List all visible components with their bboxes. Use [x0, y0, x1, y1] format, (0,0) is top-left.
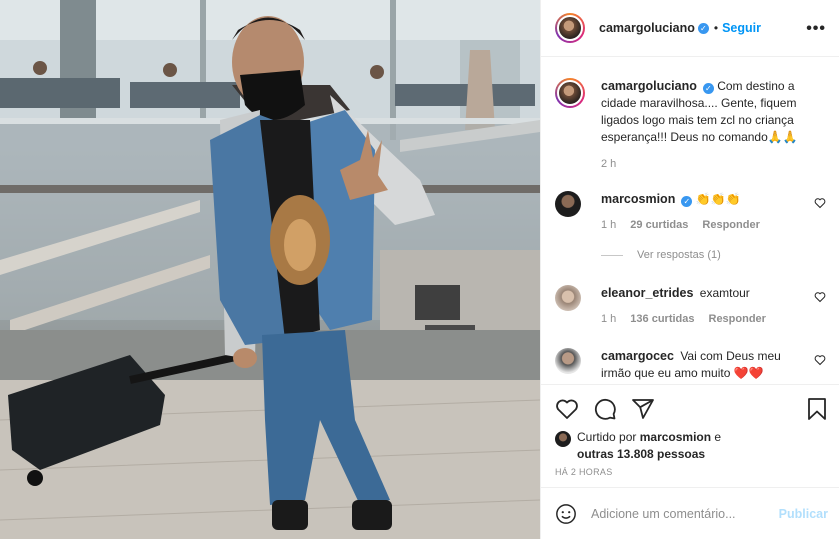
- publish-button[interactable]: Publicar: [779, 507, 828, 521]
- comment-time[interactable]: 1 h: [601, 219, 616, 231]
- comment-like-icon[interactable]: [814, 354, 826, 366]
- author-info: camargoluciano ✓ • Seguir: [599, 21, 761, 35]
- commenter-avatar[interactable]: [555, 191, 581, 217]
- comment-composer: Adicione um comentário... Publicar: [541, 487, 839, 539]
- author-avatar[interactable]: [555, 13, 585, 43]
- comment-text-block: eleanor_etrides examtour: [601, 285, 811, 302]
- reply-button[interactable]: Responder: [709, 313, 766, 325]
- caption: camargoluciano ✓ Com destino a cidade mar…: [555, 78, 830, 178]
- photo-illustration: [0, 0, 540, 539]
- liked-by-middle: e: [714, 430, 722, 444]
- comment-text: 👏👏👏: [695, 192, 741, 206]
- view-replies-label[interactable]: Ver respostas (1): [637, 249, 721, 261]
- comment-text-block: camargocec Vai com Deus meu irmão que eu…: [601, 348, 811, 382]
- comment-meta: 1 h 136 curtidas Responder: [601, 313, 766, 325]
- commenter-avatar[interactable]: [555, 348, 581, 374]
- verified-badge-icon: ✓: [681, 196, 693, 207]
- comment-item: marcosmion ✓ 👏👏👏 1 h 29 curtidas Responde…: [555, 191, 830, 271]
- comment-text-block: marcosmion ✓ 👏👏👏: [601, 191, 811, 208]
- comments-list[interactable]: camargoluciano ✓ Com destino a cidade mar…: [541, 58, 839, 384]
- comment-text: examtour: [699, 286, 750, 300]
- follow-button[interactable]: Seguir: [722, 21, 761, 35]
- reply-button[interactable]: Responder: [702, 219, 759, 231]
- author-username[interactable]: camargoluciano: [599, 21, 695, 35]
- liked-by-text: Curtido por marcosmion e outras 13.808 p…: [577, 429, 721, 463]
- bookmark-icon[interactable]: [806, 397, 828, 421]
- separator-dot: •: [713, 21, 719, 35]
- caption-username[interactable]: camargoluciano: [601, 79, 697, 93]
- comment-time[interactable]: 1 h: [601, 313, 616, 325]
- more-options-icon[interactable]: •••: [806, 20, 826, 38]
- caption-text-block: camargoluciano ✓ Com destino a cidade mar…: [601, 78, 811, 146]
- comment-likes[interactable]: 29 curtidas: [630, 219, 688, 231]
- liked-by-prefix: Curtido por: [577, 430, 637, 444]
- caption-meta: 2 h: [601, 158, 616, 170]
- replies-divider: [601, 254, 623, 256]
- post-actions: Curtido por marcosmion e outras 13.808 p…: [541, 384, 839, 539]
- action-icons: [555, 397, 655, 421]
- comment-icon[interactable]: [593, 397, 617, 421]
- comment-item: eleanor_etrides examtour 1 h 136 curtida…: [555, 285, 830, 335]
- caption-time[interactable]: 2 h: [601, 158, 616, 170]
- verified-badge-icon: ✓: [702, 83, 714, 94]
- comment-username[interactable]: marcosmion: [601, 192, 675, 206]
- verified-badge-icon: ✓: [697, 22, 709, 34]
- post-panel: camargoluciano ✓ • Seguir ••• camargoluc…: [540, 0, 839, 539]
- comment-likes[interactable]: 136 curtidas: [630, 313, 694, 325]
- post-timestamp[interactable]: HÁ 2 HORAS: [555, 467, 613, 477]
- post-photo[interactable]: [0, 0, 540, 539]
- post-header: camargoluciano ✓ • Seguir •••: [541, 0, 839, 57]
- caption-avatar[interactable]: [555, 78, 585, 108]
- view-replies-button[interactable]: Ver respostas (1): [601, 249, 721, 261]
- share-icon[interactable]: [631, 397, 655, 421]
- liked-by: Curtido por marcosmion e outras 13.808 p…: [555, 429, 721, 463]
- commenter-avatar[interactable]: [555, 285, 581, 311]
- comment-like-icon[interactable]: [814, 197, 826, 209]
- comment-meta: 1 h 29 curtidas Responder: [601, 219, 760, 231]
- liker-avatar[interactable]: [555, 431, 571, 447]
- liked-by-user[interactable]: marcosmion: [640, 430, 711, 444]
- emoji-icon[interactable]: [555, 503, 577, 525]
- comment-like-icon[interactable]: [814, 291, 826, 303]
- comment-input[interactable]: Adicione um comentário...: [591, 507, 736, 521]
- comment-username[interactable]: camargocec: [601, 349, 674, 363]
- comment-username[interactable]: eleanor_etrides: [601, 286, 693, 300]
- liked-by-others[interactable]: outras 13.808 pessoas: [577, 447, 705, 461]
- comment-item: camargocec Vai com Deus meu irmão que eu…: [555, 348, 830, 384]
- heart-icon[interactable]: [555, 397, 579, 421]
